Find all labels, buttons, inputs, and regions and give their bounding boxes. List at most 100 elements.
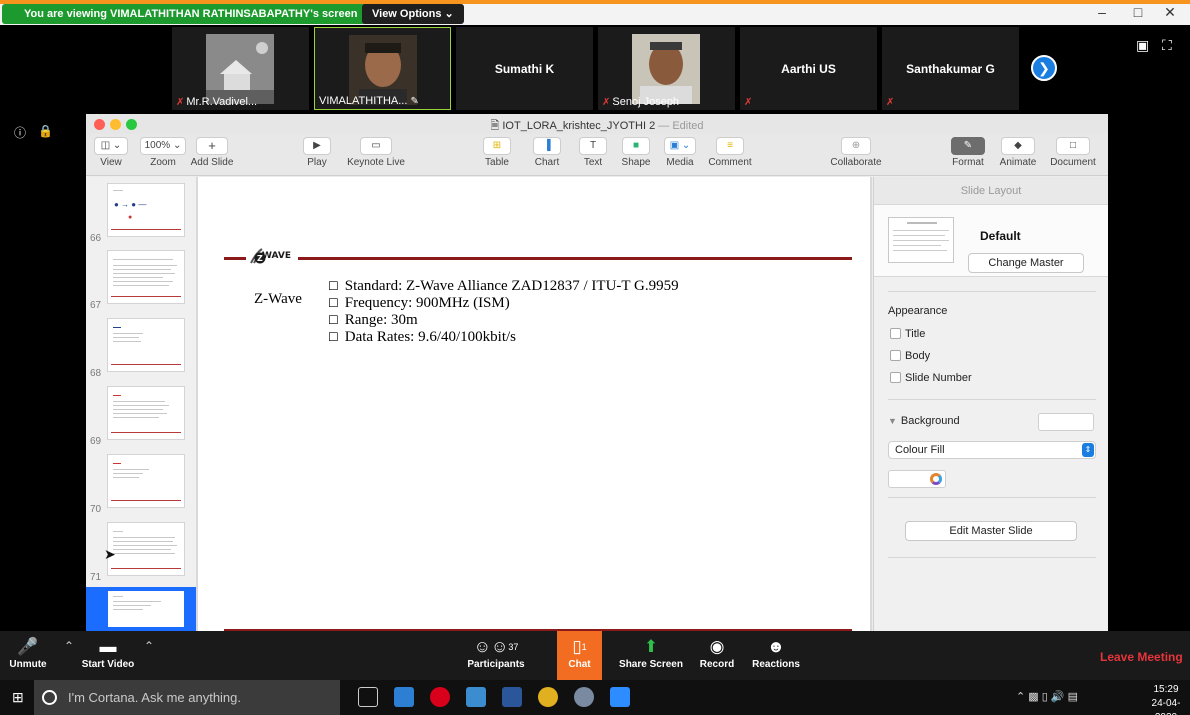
participants-button[interactable]: ☺☺37 Participants xyxy=(466,635,526,670)
slide-thumbnail[interactable] xyxy=(107,318,185,372)
chat-control[interactable]: ▯1 Chat xyxy=(557,635,602,670)
video-options-icon[interactable]: ⌃ xyxy=(144,639,154,653)
edit-master-slide-button[interactable]: Edit Master Slide xyxy=(905,521,1077,541)
zoom-button[interactable]: 100% ⌄ Zoom xyxy=(140,137,186,168)
checkbox-icon[interactable] xyxy=(890,328,901,339)
checkbox-icon[interactable] xyxy=(890,372,901,383)
select-arrows-icon: ⇕ xyxy=(1082,443,1094,457)
record-button[interactable]: ◉ Record xyxy=(696,635,738,670)
title-checkbox[interactable]: Title xyxy=(890,327,925,341)
shape-button[interactable]: ■ Shape xyxy=(620,137,652,168)
chrome-icon[interactable] xyxy=(538,687,558,707)
participants-count: 37 xyxy=(508,642,519,652)
collaborate-button[interactable]: ⊕ Collaborate xyxy=(828,137,884,168)
add-slide-button[interactable]: + Add Slide xyxy=(190,137,234,168)
slide-thumbnail[interactable]: ● → ● — ● xyxy=(107,183,185,237)
lock-icon[interactable]: 🔒 xyxy=(38,124,53,138)
color-wheel-icon[interactable] xyxy=(930,473,942,485)
audio-options-icon[interactable]: ⌃ xyxy=(64,639,74,653)
zwave-logo: Z WAVE xyxy=(248,243,298,267)
inspector-header[interactable]: Slide Layout xyxy=(874,177,1108,205)
play-button[interactable]: ▶ Play xyxy=(302,137,332,168)
participant-name: Sumathi K xyxy=(494,62,555,76)
word-icon[interactable] xyxy=(502,687,522,707)
slide-navigator[interactable]: ● → ● — ● 66 67 68 69 70 71 ➤ xyxy=(86,177,196,631)
plus-icon: + xyxy=(196,137,228,155)
system-tray[interactable]: ⌃ ▩ ▯ 🔊 ▤ xyxy=(1016,690,1078,703)
disclosure-triangle-icon[interactable]: ▼ xyxy=(888,416,897,426)
slide-number: 70 xyxy=(90,504,102,515)
keynote-live-icon: ▭ xyxy=(360,137,392,155)
view-button[interactable]: ◫ ⌄ View xyxy=(94,137,128,168)
zoom-control-bar: 🎤 Unmute ⌃ ▬ Start Video ⌃ ☺☺37 Particip… xyxy=(0,631,1190,680)
zoom-app-icon[interactable] xyxy=(610,687,630,707)
cortana-search-box[interactable]: I'm Cortana. Ask me anything. xyxy=(34,680,340,715)
opera-icon[interactable] xyxy=(430,687,450,707)
close-icon[interactable]: ✕ xyxy=(1160,4,1180,21)
chart-button[interactable]: ▐ Chart xyxy=(532,137,562,168)
media-button[interactable]: ▣ ⌄ Media xyxy=(662,137,698,168)
change-master-button[interactable]: Change Master xyxy=(968,253,1084,273)
minimize-icon[interactable]: – xyxy=(1092,4,1112,20)
windows-start-icon[interactable]: ⊞ xyxy=(12,689,24,706)
cortana-placeholder: I'm Cortana. Ask me anything. xyxy=(68,690,242,705)
checkbox-icon[interactable] xyxy=(890,350,901,361)
play-icon: ▶ xyxy=(303,137,331,155)
current-slide[interactable]: Z WAVE Z-Wave Standard: Z-Wave Alliance … xyxy=(198,177,870,631)
restore-icon[interactable]: □ xyxy=(1128,4,1148,20)
master-thumbnail[interactable] xyxy=(888,217,954,263)
background-swatch[interactable] xyxy=(1038,413,1094,431)
app-icon[interactable] xyxy=(466,687,486,707)
slide-thumbnail[interactable] xyxy=(107,386,185,440)
paint-icon[interactable] xyxy=(574,687,594,707)
participant-tile[interactable]: Sumathi K xyxy=(456,27,593,110)
animate-button[interactable]: ◆ Animate xyxy=(998,137,1038,168)
leave-meeting-button[interactable]: Leave Meeting xyxy=(1100,650,1183,664)
participant-tile[interactable]: ✗ Senoj Joseph xyxy=(598,27,735,110)
participants-label: Participants xyxy=(467,659,525,670)
clock-time: 15:29 xyxy=(1153,684,1179,695)
task-view-icon[interactable] xyxy=(358,687,378,707)
document-icon: □ xyxy=(1056,137,1090,155)
bullet-list: Standard: Z-Wave Alliance ZAD12837 / ITU… xyxy=(328,278,679,346)
keynote-titlebar: 🗎 IOT_LORA_krishtec_JYOTHI 2 — Edited xyxy=(86,114,1108,134)
participant-tile[interactable]: Aarthi US ✗ xyxy=(740,27,877,110)
format-button[interactable]: ✎ Format xyxy=(948,137,988,168)
keynote-live-button[interactable]: ▭ Keynote Live xyxy=(344,137,408,168)
checkbox-label: Title xyxy=(905,328,926,340)
fullscreen-icon[interactable]: ⛶ xyxy=(1162,37,1172,54)
selected-slide-highlight[interactable] xyxy=(86,587,196,631)
document-button[interactable]: □ Document xyxy=(1048,137,1098,168)
info-icon[interactable]: ⓘ xyxy=(14,124,26,141)
background-disclosure[interactable]: ▼ Background xyxy=(888,415,960,427)
slide-canvas[interactable]: Z WAVE Z-Wave Standard: Z-Wave Alliance … xyxy=(196,177,872,631)
color-well[interactable] xyxy=(888,470,946,488)
participant-tile[interactable]: ✗ Mr.R.Vadivel... xyxy=(172,27,309,110)
video-off-icon: ▬ xyxy=(99,637,117,656)
gallery-layout-icon[interactable]: ▣ xyxy=(1136,37,1149,54)
next-page-icon[interactable]: ❯ xyxy=(1031,55,1057,81)
start-video-button[interactable]: ▬ Start Video xyxy=(80,635,136,670)
participant-tile-active[interactable]: VIMALATHITHA... ✎ xyxy=(314,27,451,110)
body-checkbox[interactable]: Body xyxy=(890,349,930,363)
participant-tile[interactable]: Santhakumar G ✗ xyxy=(882,27,1019,110)
slide-thumbnail[interactable] xyxy=(107,250,185,304)
share-screen-button[interactable]: ⬆ Share Screen xyxy=(618,635,684,670)
slide-thumbnail[interactable] xyxy=(107,454,185,508)
table-button[interactable]: ⊞ Table xyxy=(482,137,512,168)
comment-button[interactable]: ≡ Comment xyxy=(708,137,752,168)
unmute-button[interactable]: 🎤 Unmute xyxy=(8,635,48,670)
reactions-icon: ☻ xyxy=(767,637,785,656)
taskbar-clock[interactable]: 15:29 24-04-2020 xyxy=(1142,683,1190,715)
slide-thumbnail-selected[interactable] xyxy=(107,590,185,628)
file-explorer-icon[interactable] xyxy=(394,687,414,707)
slide-thumbnail[interactable] xyxy=(107,522,185,576)
sidebar-icon: ◫ ⌄ xyxy=(94,137,128,155)
text-button[interactable]: T Text xyxy=(578,137,608,168)
reactions-button[interactable]: ☻ Reactions xyxy=(750,635,802,670)
fill-type-select[interactable]: Colour Fill ⇕ xyxy=(888,441,1096,459)
view-options-button[interactable]: View Options ⌄ xyxy=(362,4,464,24)
chat-button[interactable]: ▯1 Chat xyxy=(557,631,602,680)
divider xyxy=(888,399,1096,400)
slide-number-checkbox[interactable]: Slide Number xyxy=(890,371,972,385)
